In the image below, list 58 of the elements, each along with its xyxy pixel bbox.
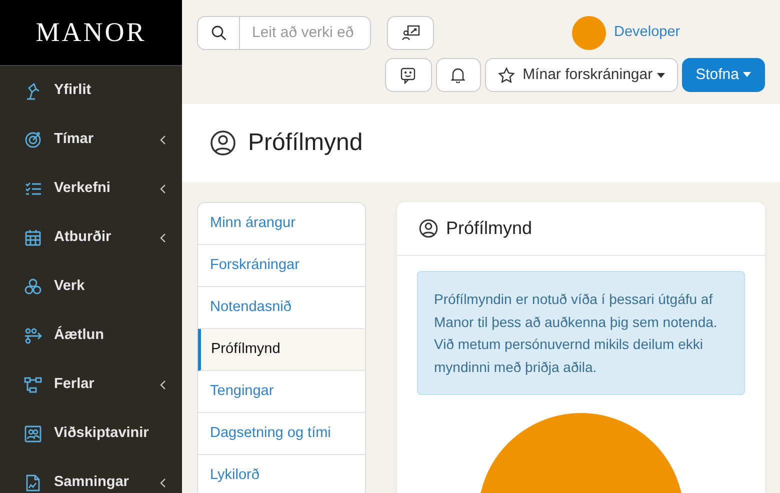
settings-menu-item[interactable]: Forskráningar (198, 245, 365, 287)
star-icon (498, 66, 515, 84)
sidebar-label: Verkefni (54, 178, 112, 198)
search-icon (210, 25, 226, 41)
sidebar-item[interactable]: Atburðir (0, 213, 182, 262)
sidebar-item[interactable]: Ferlar (0, 360, 182, 409)
sidebar-label: Áætlun (54, 325, 105, 345)
sidebar-item[interactable]: Verkefni (0, 164, 182, 213)
card-title: Prófílmynd (446, 217, 532, 240)
target-icon (24, 130, 42, 148)
user-circle-icon (210, 130, 236, 156)
info-alert: Prófílmyndin er notuð víða í þessari útgáfu af Manor til þess að auðkenna þig sem notenda. Við metum persónuvernd mikils deilum ekki myndinni með þriðja aðila. (417, 271, 745, 395)
caret-icon (743, 72, 751, 78)
chevron-left-icon (160, 232, 166, 242)
sidebar-item[interactable]: Verk (0, 262, 182, 311)
notifications-button[interactable] (436, 58, 481, 92)
favorites-dropdown[interactable]: Mínar forskráningar (484, 58, 678, 92)
chevron-left-icon (160, 380, 166, 390)
user-name-link[interactable]: Developer (614, 22, 680, 44)
sidebar-item[interactable]: Viðskiptavinir (0, 409, 182, 458)
calendar-icon (24, 228, 42, 246)
chevron-left-icon (160, 134, 166, 144)
settings-menu-item[interactable]: Lykilorð (198, 455, 365, 493)
presentation-button[interactable] (387, 16, 434, 50)
flowchart-icon (24, 376, 42, 394)
sidebar-item[interactable]: Samningar (0, 458, 182, 493)
bell-icon (451, 67, 466, 83)
sidebar-label: Viðskiptavinir (54, 424, 150, 443)
sidebar-label: Samningar (54, 472, 130, 492)
sidebar-item[interactable]: Tímar (0, 115, 182, 164)
sidebar-label: Yfirlit (54, 80, 92, 100)
sidebar-label: Ferlar (54, 374, 96, 394)
contacts-icon (24, 424, 42, 442)
user-circle-icon (419, 219, 438, 238)
settings-menu-item[interactable]: Dagsetning og tími (198, 413, 365, 455)
sidebar-label: Tímar (54, 130, 94, 149)
sidebar-item[interactable]: Áætlun (0, 311, 182, 360)
chevron-left-icon (160, 478, 166, 488)
presentation-icon (402, 25, 420, 41)
document-icon (24, 474, 42, 492)
sidebar-label: Atburðir (54, 228, 112, 247)
timeline-icon (24, 326, 42, 344)
chat-smile-icon (400, 66, 416, 84)
cubes-icon (24, 278, 42, 296)
search-field[interactable]: Leit að verki eð (197, 16, 371, 50)
settings-menu-item[interactable]: Minn árangur (198, 203, 365, 245)
lamp-icon (24, 82, 42, 100)
settings-menu-item[interactable]: Tengingar (198, 371, 365, 413)
page-title: Prófílmynd (248, 128, 363, 158)
chevron-left-icon (160, 184, 166, 194)
checklist-icon (24, 180, 42, 198)
sidebar-label: Verk (54, 276, 86, 296)
caret-icon (656, 72, 665, 78)
settings-menu-item[interactable]: Prófílmynd (198, 329, 365, 371)
create-dropdown[interactable]: Stofna (682, 58, 765, 92)
logo: MANOR (36, 16, 146, 50)
sidebar-item[interactable]: Yfirlit (0, 66, 182, 115)
feedback-button[interactable] (384, 58, 432, 92)
